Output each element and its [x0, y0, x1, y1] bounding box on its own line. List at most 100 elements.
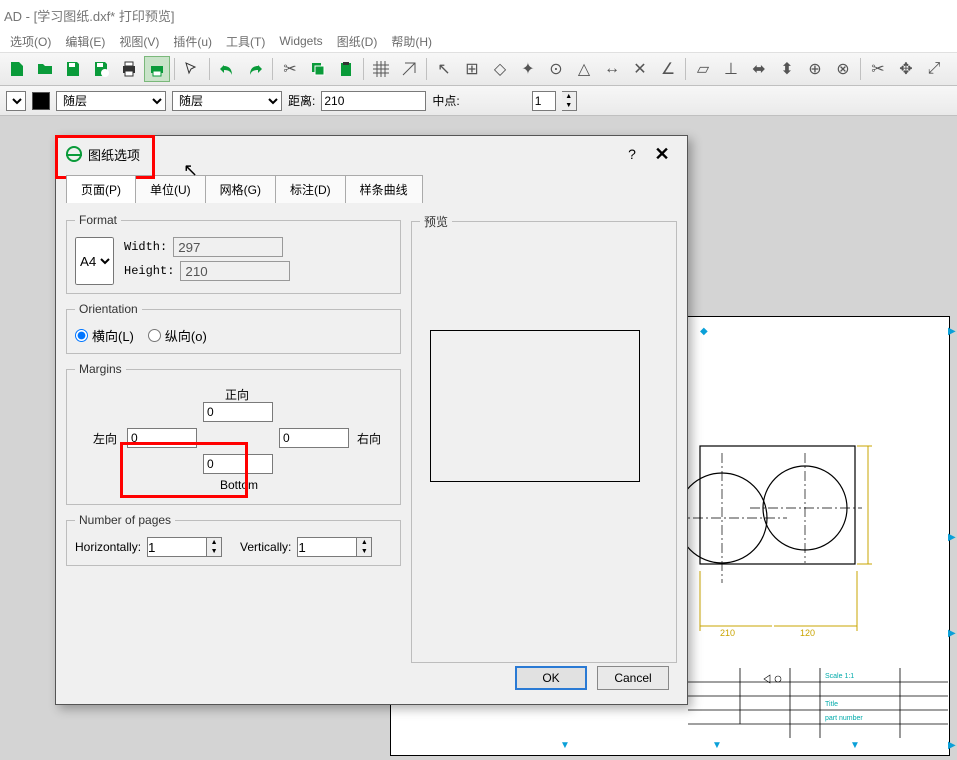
drawing-options-dialog: 图纸选项 ? ✕ 页面(P) 单位(U) 网格(G) 标注(D) 样条曲线 Fo…: [55, 135, 688, 705]
snap-dist-icon[interactable]: ↔: [599, 56, 625, 82]
snap-ang-icon[interactable]: ∠: [655, 56, 681, 82]
trim-icon[interactable]: ✂: [865, 56, 891, 82]
margin-bottom-label: Bottom: [220, 478, 258, 492]
select-icon[interactable]: [179, 56, 205, 82]
height-input: [180, 261, 290, 281]
format-group: Format A4 Width: Height:: [66, 213, 401, 294]
paste-icon[interactable]: [333, 56, 359, 82]
pages-v-label: Vertically:: [240, 540, 291, 554]
menu-view[interactable]: 视图(V): [119, 33, 159, 50]
menu-options[interactable]: 选项(O): [10, 33, 51, 50]
linetype-select[interactable]: —: [6, 91, 26, 111]
restrict-nothing-icon[interactable]: ▱: [690, 56, 716, 82]
redo-icon[interactable]: [242, 56, 268, 82]
cancel-button[interactable]: Cancel: [597, 666, 669, 690]
number-input[interactable]: [532, 91, 556, 111]
pages-h-input[interactable]: [147, 537, 207, 557]
snap-end-icon[interactable]: ◇: [487, 56, 513, 82]
margins-legend: Margins: [75, 362, 126, 376]
snap-free-icon[interactable]: ↖: [431, 56, 457, 82]
preview-legend: 预览: [420, 213, 452, 230]
menu-drawing[interactable]: 图纸(D): [337, 33, 378, 50]
lock-rel-icon[interactable]: ⊕: [802, 56, 828, 82]
paper-format-select[interactable]: A4: [75, 237, 114, 285]
tab-page[interactable]: 页面(P): [66, 175, 136, 203]
restrict-h-icon[interactable]: ⬌: [746, 56, 772, 82]
margin-left-label: 左向: [93, 430, 117, 447]
scale-icon[interactable]: ⤢: [921, 56, 947, 82]
snap-center-icon[interactable]: ⊙: [543, 56, 569, 82]
window-title: AD - [学习图纸.dxf* 打印预览]: [4, 6, 174, 25]
height-label: Height:: [124, 264, 174, 278]
margins-group: Margins 正向 左向 右向 Bottom: [66, 362, 401, 505]
tab-units[interactable]: 单位(U): [136, 175, 206, 203]
save-as-icon[interactable]: [88, 56, 114, 82]
restrict-v-icon[interactable]: ⬍: [774, 56, 800, 82]
menu-plugins[interactable]: 插件(u): [173, 33, 212, 50]
margin-right-input[interactable]: [279, 428, 349, 448]
format-legend: Format: [75, 213, 121, 227]
radio-portrait[interactable]: [148, 329, 161, 342]
menu-edit[interactable]: 编辑(E): [65, 33, 105, 50]
margin-top-label: 正向: [225, 386, 249, 403]
tab-splines[interactable]: 样条曲线: [346, 175, 423, 203]
tab-dimensions[interactable]: 标注(D): [276, 175, 346, 203]
new-file-icon[interactable]: [4, 56, 30, 82]
menu-help[interactable]: 帮助(H): [391, 33, 432, 50]
layer-select-1[interactable]: 随层: [56, 91, 166, 111]
orientation-portrait[interactable]: 纵向(o): [148, 326, 207, 345]
tab-grid[interactable]: 网格(G): [206, 175, 276, 203]
dialog-titlebar[interactable]: 图纸选项 ? ✕: [56, 136, 687, 172]
preview-group: 预览: [411, 213, 677, 663]
dialog-title-text: 图纸选项: [88, 145, 140, 164]
pages-v-spinner[interactable]: ▲▼: [357, 537, 372, 557]
snap-on-icon[interactable]: ✦: [515, 56, 541, 82]
main-toolbar: ✂ ↖ ⊞ ◇ ✦ ⊙ △ ↔ ✕ ∠ ▱ ⊥ ⬌ ⬍ ⊕ ⊗ ✂ ✥ ⤢: [0, 52, 957, 86]
app-logo-icon: [66, 146, 82, 162]
pages-h-spinner[interactable]: ▲▼: [207, 537, 222, 557]
preview-page: [430, 330, 640, 482]
print-preview-icon[interactable]: [144, 56, 170, 82]
orientation-group: Orientation 横向(L) 纵向(o): [66, 302, 401, 354]
pages-v-input[interactable]: [297, 537, 357, 557]
distance-label: 距离:: [288, 92, 315, 109]
midpoint-label: 中点:: [432, 92, 459, 109]
save-icon[interactable]: [60, 56, 86, 82]
restrict-ortho-icon[interactable]: ⊥: [718, 56, 744, 82]
snap-grid-icon[interactable]: ⊞: [459, 56, 485, 82]
pages-h-label: Horizontally:: [75, 540, 141, 554]
menu-widgets[interactable]: Widgets: [279, 34, 322, 48]
snap-mid-icon[interactable]: △: [571, 56, 597, 82]
grid-icon[interactable]: [368, 56, 394, 82]
color-swatch[interactable]: [32, 92, 50, 110]
copy-icon[interactable]: [305, 56, 331, 82]
margin-left-input[interactable]: [127, 428, 197, 448]
cut-icon[interactable]: ✂: [277, 56, 303, 82]
pages-legend: Number of pages: [75, 513, 175, 527]
dialog-help-button[interactable]: ?: [617, 146, 647, 162]
menu-tools[interactable]: 工具(T): [226, 33, 265, 50]
dialog-close-button[interactable]: ✕: [647, 144, 677, 165]
orientation-landscape[interactable]: 横向(L): [75, 326, 134, 345]
dialog-tabs: 页面(P) 单位(U) 网格(G) 标注(D) 样条曲线: [56, 172, 687, 203]
rel-zero-icon[interactable]: ⊗: [830, 56, 856, 82]
width-label: Width:: [124, 240, 167, 254]
properties-toolbar: — 随层 随层 距离: 中点: ▲▼: [0, 86, 957, 116]
layer-select-2[interactable]: 随层: [172, 91, 282, 111]
distance-input[interactable]: [321, 91, 426, 111]
open-file-icon[interactable]: [32, 56, 58, 82]
ok-button[interactable]: OK: [515, 666, 587, 690]
margin-top-input[interactable]: [203, 402, 273, 422]
move-icon[interactable]: ✥: [893, 56, 919, 82]
draft-icon[interactable]: [396, 56, 422, 82]
menubar: 选项(O) 编辑(E) 视图(V) 插件(u) 工具(T) Widgets 图纸…: [0, 30, 957, 52]
pages-group: Number of pages Horizontally: ▲▼ Vertica…: [66, 513, 401, 566]
number-spinner[interactable]: ▲▼: [562, 91, 577, 111]
width-input: [173, 237, 283, 257]
radio-landscape[interactable]: [75, 329, 88, 342]
snap-int-icon[interactable]: ✕: [627, 56, 653, 82]
margin-bottom-input[interactable]: [203, 454, 273, 474]
undo-icon[interactable]: [214, 56, 240, 82]
margin-right-label: 右向: [357, 430, 381, 447]
print-icon[interactable]: [116, 56, 142, 82]
